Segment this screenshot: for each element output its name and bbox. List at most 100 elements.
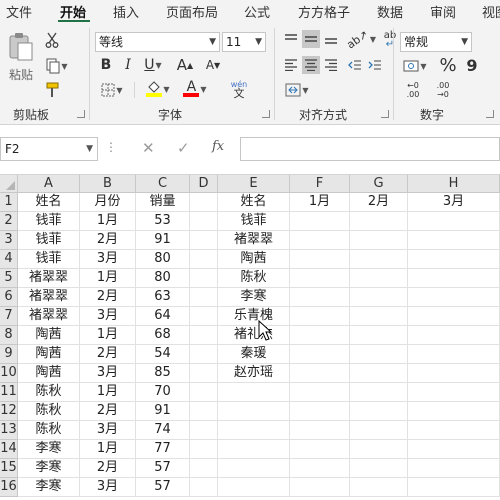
- cell-f10[interactable]: [290, 364, 350, 383]
- cell-f12[interactable]: [290, 402, 350, 421]
- cell-h3[interactable]: [408, 231, 500, 250]
- cell-e6[interactable]: 李寒: [218, 288, 290, 307]
- cell-g1[interactable]: 2月: [350, 193, 408, 212]
- cell-g4[interactable]: [350, 250, 408, 269]
- cell-g3[interactable]: [350, 231, 408, 250]
- cell-e1[interactable]: 姓名: [218, 193, 290, 212]
- cell-f13[interactable]: [290, 421, 350, 440]
- cell-e8[interactable]: 褚礼杰: [218, 326, 290, 345]
- merge-center-button[interactable]: ▼: [282, 80, 312, 100]
- cell-c2[interactable]: 53: [136, 212, 190, 231]
- row-header[interactable]: 2: [0, 212, 18, 231]
- tab-data[interactable]: 数据: [377, 2, 403, 21]
- cell-e11[interactable]: [218, 383, 290, 402]
- cell-b3[interactable]: 2月: [80, 231, 136, 250]
- cell-e12[interactable]: [218, 402, 290, 421]
- cell-h7[interactable]: [408, 307, 500, 326]
- cell-g16[interactable]: [350, 478, 408, 497]
- tab-home[interactable]: 开始: [60, 2, 86, 21]
- cell-b12[interactable]: 2月: [80, 402, 136, 421]
- row-header[interactable]: 10: [0, 364, 18, 383]
- cell-h14[interactable]: [408, 440, 500, 459]
- alignment-launcher-icon[interactable]: [381, 110, 389, 118]
- cell-c16[interactable]: 57: [136, 478, 190, 497]
- cell-h15[interactable]: [408, 459, 500, 478]
- cell-c9[interactable]: 54: [136, 345, 190, 364]
- fill-color-button[interactable]: ▼: [142, 78, 174, 100]
- cell-e5[interactable]: 陈秋: [218, 269, 290, 288]
- column-header-e[interactable]: E: [218, 175, 290, 193]
- cell-b5[interactable]: 1月: [80, 269, 136, 288]
- bold-button[interactable]: B: [98, 56, 114, 74]
- cell-g15[interactable]: [350, 459, 408, 478]
- paste-button[interactable]: [6, 30, 36, 64]
- cell-a4[interactable]: 钱菲: [18, 250, 80, 269]
- cell-d9[interactable]: [190, 345, 218, 364]
- comma-style-button[interactable]: 9: [462, 54, 482, 76]
- font-size-select[interactable]: 11 ▼: [222, 32, 266, 52]
- cell-b16[interactable]: 3月: [80, 478, 136, 497]
- cell-b4[interactable]: 3月: [80, 250, 136, 269]
- format-painter-button[interactable]: [42, 80, 62, 100]
- cut-button[interactable]: [42, 30, 62, 50]
- cell-c11[interactable]: 70: [136, 383, 190, 402]
- cell-a10[interactable]: 陶茜: [18, 364, 80, 383]
- insert-function-button[interactable]: fx: [212, 139, 224, 154]
- cell-e14[interactable]: [218, 440, 290, 459]
- cell-d13[interactable]: [190, 421, 218, 440]
- cell-a7[interactable]: 褚翠翠: [18, 307, 80, 326]
- cell-d7[interactable]: [190, 307, 218, 326]
- cell-h6[interactable]: [408, 288, 500, 307]
- cell-f11[interactable]: [290, 383, 350, 402]
- cell-c7[interactable]: 64: [136, 307, 190, 326]
- cell-b6[interactable]: 2月: [80, 288, 136, 307]
- cell-e7[interactable]: 乐青槐: [218, 307, 290, 326]
- cell-g7[interactable]: [350, 307, 408, 326]
- decrease-decimal-button[interactable]: .00 →0: [430, 80, 456, 100]
- column-header-f[interactable]: F: [290, 175, 350, 193]
- column-header-a[interactable]: A: [18, 175, 80, 193]
- accounting-format-button[interactable]: ▼: [400, 56, 430, 76]
- cell-a15[interactable]: 李寒: [18, 459, 80, 478]
- cell-c15[interactable]: 57: [136, 459, 190, 478]
- cell-h16[interactable]: [408, 478, 500, 497]
- tab-file[interactable]: 文件: [6, 2, 32, 21]
- cell-c4[interactable]: 80: [136, 250, 190, 269]
- shrink-font-button[interactable]: A ▼: [204, 56, 222, 74]
- cell-e10[interactable]: 赵亦瑶: [218, 364, 290, 383]
- cell-c14[interactable]: 77: [136, 440, 190, 459]
- font-family-select[interactable]: 等线 ▼: [95, 32, 220, 52]
- cell-c3[interactable]: 91: [136, 231, 190, 250]
- font-color-button[interactable]: A ▼: [180, 78, 210, 100]
- cell-b13[interactable]: 3月: [80, 421, 136, 440]
- cell-b11[interactable]: 1月: [80, 383, 136, 402]
- row-header[interactable]: 13: [0, 421, 18, 440]
- phonetic-button[interactable]: wén 文: [224, 78, 254, 100]
- cell-e2[interactable]: 钱菲: [218, 212, 290, 231]
- cell-e13[interactable]: [218, 421, 290, 440]
- align-center-button[interactable]: [302, 56, 320, 74]
- cell-a12[interactable]: 陈秋: [18, 402, 80, 421]
- row-header[interactable]: 4: [0, 250, 18, 269]
- font-launcher-icon[interactable]: [262, 110, 270, 118]
- cell-d14[interactable]: [190, 440, 218, 459]
- row-header[interactable]: 16: [0, 478, 18, 497]
- cell-f6[interactable]: [290, 288, 350, 307]
- row-header[interactable]: 7: [0, 307, 18, 326]
- row-header[interactable]: 12: [0, 402, 18, 421]
- enter-icon[interactable]: ✓: [177, 139, 190, 157]
- cell-a9[interactable]: 陶茜: [18, 345, 80, 364]
- tab-fangfang[interactable]: 方方格子: [298, 2, 350, 21]
- cell-e3[interactable]: 褚翠翠: [218, 231, 290, 250]
- number-launcher-icon[interactable]: [486, 110, 494, 118]
- cell-d5[interactable]: [190, 269, 218, 288]
- cell-f2[interactable]: [290, 212, 350, 231]
- cell-f15[interactable]: [290, 459, 350, 478]
- cell-a13[interactable]: 陈秋: [18, 421, 80, 440]
- cell-f4[interactable]: [290, 250, 350, 269]
- underline-button[interactable]: U ▼: [140, 56, 166, 74]
- cell-b2[interactable]: 1月: [80, 212, 136, 231]
- align-middle-button[interactable]: [302, 30, 320, 48]
- row-header[interactable]: 8: [0, 326, 18, 345]
- cell-c1[interactable]: 销量: [136, 193, 190, 212]
